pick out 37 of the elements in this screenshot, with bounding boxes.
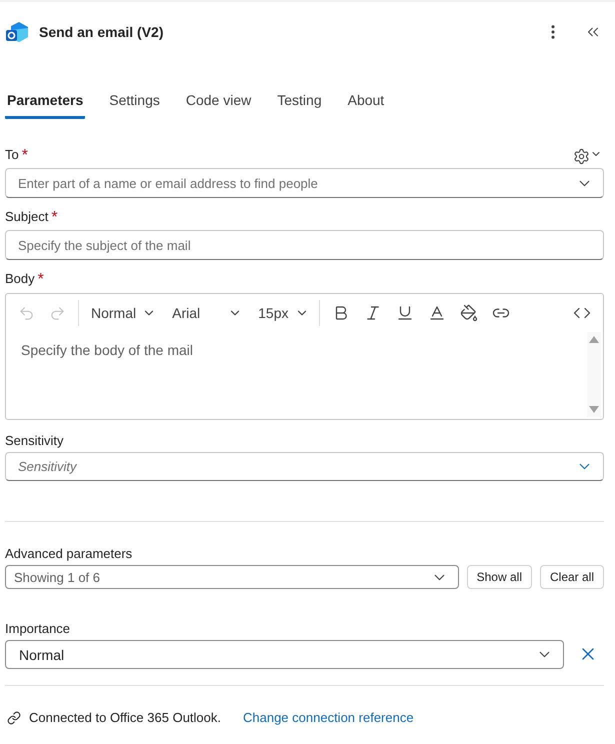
required-mark: * [51,209,58,227]
action-button[interactable]: Show all [466,564,532,588]
change-connection-link[interactable]: Change connection reference [243,710,414,725]
sensitivity-dropdown[interactable]: Sensitivity [5,452,604,481]
body-placeholder: Specify the body of the mail [20,341,194,360]
placeholder-text: Specify the subject of the mail [18,238,192,252]
placeholder-text: Enter part of a name or email address to find people [18,176,319,190]
field-label: To [5,147,19,164]
font-dropdown[interactable]: Arial [172,305,242,321]
field-label: Importance [5,620,70,636]
body-editor[interactable]: Normal Arial 15px Specify the body of the mail [5,293,604,420]
importance-dropdown[interactable]: Normal [5,640,564,669]
tab[interactable]: Code view [184,84,254,119]
subject-field[interactable]: Specify the subject of the mail [5,230,604,260]
dropdown-value: Normal [19,646,66,662]
connection-status: Connected to Office 365 Outlook. [29,710,221,725]
settings-icon [573,148,590,164]
recipient-field[interactable]: Enter part of a name or email address to find people [5,168,604,198]
placeholder-text: Sensitivity [18,459,78,474]
required-mark: * [38,271,44,289]
size-dropdown[interactable]: 15px [258,305,308,321]
connection-icon [7,710,21,724]
tab[interactable]: Parameters [5,84,86,119]
tab[interactable]: Testing [275,84,324,119]
advanced-parameters-dropdown[interactable]: Showing 1 of 6 [5,565,459,589]
field-label: Sensitivity [5,432,64,448]
required-mark: * [22,147,28,165]
tab[interactable]: About [346,84,386,119]
field-label: Body [5,271,35,288]
style-dropdown[interactable]: Normal [91,305,156,321]
section-label: Advanced parameters [5,546,132,560]
dropdown-value: Showing 1 of 6 [14,570,102,584]
mail-app-logo-icon [5,20,29,44]
action-button[interactable]: Clear all [540,564,604,588]
action-title: Send an email (V2) [39,24,164,40]
field-label: Subject [5,209,48,226]
tab[interactable]: Settings [107,84,162,119]
